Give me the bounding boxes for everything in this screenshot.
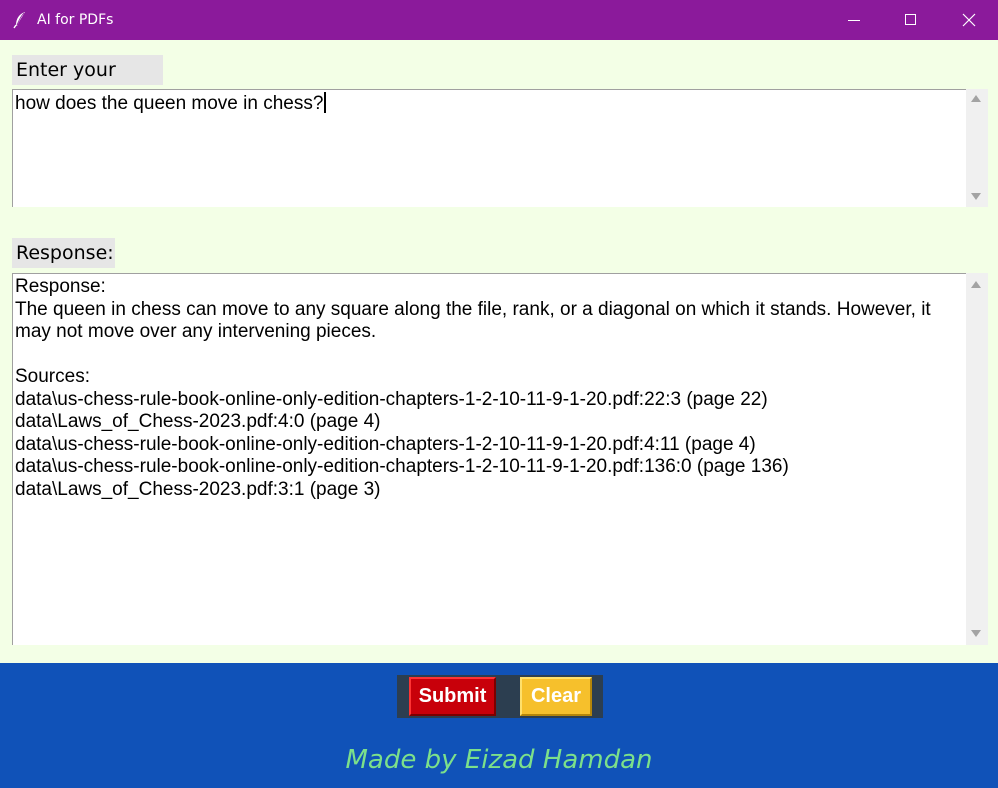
maximize-button[interactable] — [882, 0, 940, 40]
scroll-down-arrow-icon[interactable] — [971, 630, 981, 637]
minimize-icon — [848, 20, 860, 21]
query-scrollbar[interactable] — [966, 89, 988, 207]
response-label: Response: — [12, 238, 115, 268]
author-credit: Made by Eizad Hamdan — [345, 745, 653, 775]
scroll-down-arrow-icon[interactable] — [971, 193, 981, 200]
close-icon — [962, 13, 976, 27]
clear-button[interactable]: Clear — [520, 677, 592, 716]
scroll-up-arrow-icon[interactable] — [971, 281, 981, 288]
text-cursor — [324, 92, 327, 113]
query-label: Enter your query: — [12, 55, 163, 111]
query-input[interactable]: how does the queen move in chess? — [12, 89, 966, 207]
maximize-icon — [905, 14, 916, 25]
scroll-up-arrow-icon[interactable] — [971, 95, 981, 102]
minimize-button[interactable] — [825, 0, 883, 40]
window-title: AI for PDFs — [37, 12, 114, 28]
feather-icon — [12, 11, 28, 29]
response-scrollbar[interactable] — [966, 273, 988, 645]
close-button[interactable] — [940, 0, 998, 40]
submit-button[interactable]: Submit — [409, 677, 496, 716]
response-output[interactable]: Response: The queen in chess can move to… — [12, 273, 966, 645]
button-group: Submit Clear — [397, 675, 603, 718]
title-bar: AI for PDFs — [0, 0, 998, 40]
query-text: how does the queen move in chess? — [15, 93, 324, 114]
footer-panel: Submit Clear Made by Eizad Hamdan — [0, 663, 998, 788]
